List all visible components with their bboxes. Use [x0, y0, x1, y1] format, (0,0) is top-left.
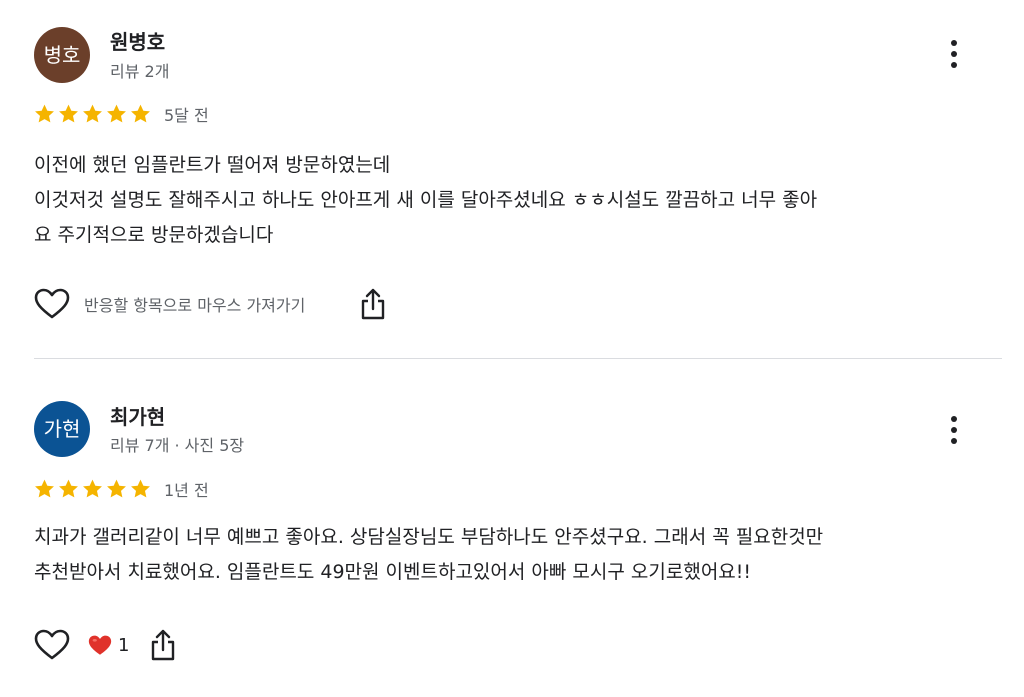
- review-divider: [34, 358, 1002, 359]
- heart-outline-icon: [34, 288, 70, 319]
- author-review-count: 리뷰 2개: [110, 62, 170, 81]
- avatar[interactable]: 병호: [34, 27, 90, 83]
- share-icon: [152, 629, 175, 661]
- author-name[interactable]: 원병호: [110, 26, 165, 55]
- star-icon: [35, 479, 54, 498]
- avatar[interactable]: 가현: [34, 401, 90, 457]
- star-icon: [59, 104, 78, 123]
- review-card: 가현 최가현 리뷰 7개 · 사진 5장 1년 전 치과가 갤러리같이 너무 예…: [0, 360, 1024, 697]
- more-vertical-icon: [951, 40, 957, 68]
- review-text: 치과가 갤러리같이 너무 예쁘고 좋아요. 상담실장님도 부담하나도 안주셨구요…: [34, 526, 824, 583]
- reaction-summary[interactable]: 1: [88, 635, 129, 656]
- more-options-button[interactable]: [938, 36, 970, 72]
- share-icon: [362, 288, 385, 320]
- like-button[interactable]: [34, 627, 70, 663]
- review-card: 병호 원병호 리뷰 2개 5달 전 이전에 했던 임플란트가 떨어져 방문하였는…: [0, 0, 1024, 360]
- review-date: 1년 전: [164, 481, 209, 500]
- review-date: 5달 전: [164, 106, 209, 125]
- review-text: 이전에 했던 임플란트가 떨어져 방문하였는데 이것저것 설명도 잘해주시고 하…: [34, 154, 818, 246]
- star-icon: [83, 104, 102, 123]
- review-actions: 1: [34, 626, 179, 664]
- star-icon: [107, 104, 126, 123]
- star-icon: [83, 479, 102, 498]
- heart-outline-icon: [34, 629, 70, 660]
- author-review-count: 리뷰 7개 · 사진 5장: [110, 436, 245, 455]
- red-heart-icon: [88, 635, 112, 655]
- author-name[interactable]: 최가현: [110, 401, 165, 430]
- more-options-button[interactable]: [938, 412, 970, 448]
- star-icon: [59, 479, 78, 498]
- like-button[interactable]: [34, 286, 70, 322]
- reaction-count: 1: [118, 634, 130, 656]
- star-rating: [33, 103, 153, 125]
- share-button[interactable]: [357, 286, 389, 322]
- more-vertical-icon: [951, 416, 957, 444]
- reaction-hover-hint: 반응할 항목으로 마우스 가져가기: [84, 296, 306, 315]
- star-icon: [131, 479, 150, 498]
- rating-row: 5달 전: [33, 101, 209, 127]
- star-icon: [131, 104, 150, 123]
- share-button[interactable]: [147, 627, 179, 663]
- star-icon: [107, 479, 126, 498]
- star-icon: [35, 104, 54, 123]
- review-actions: 반응할 항목으로 마우스 가져가기: [34, 285, 389, 323]
- star-rating: [33, 478, 153, 500]
- rating-row: 1년 전: [33, 476, 209, 502]
